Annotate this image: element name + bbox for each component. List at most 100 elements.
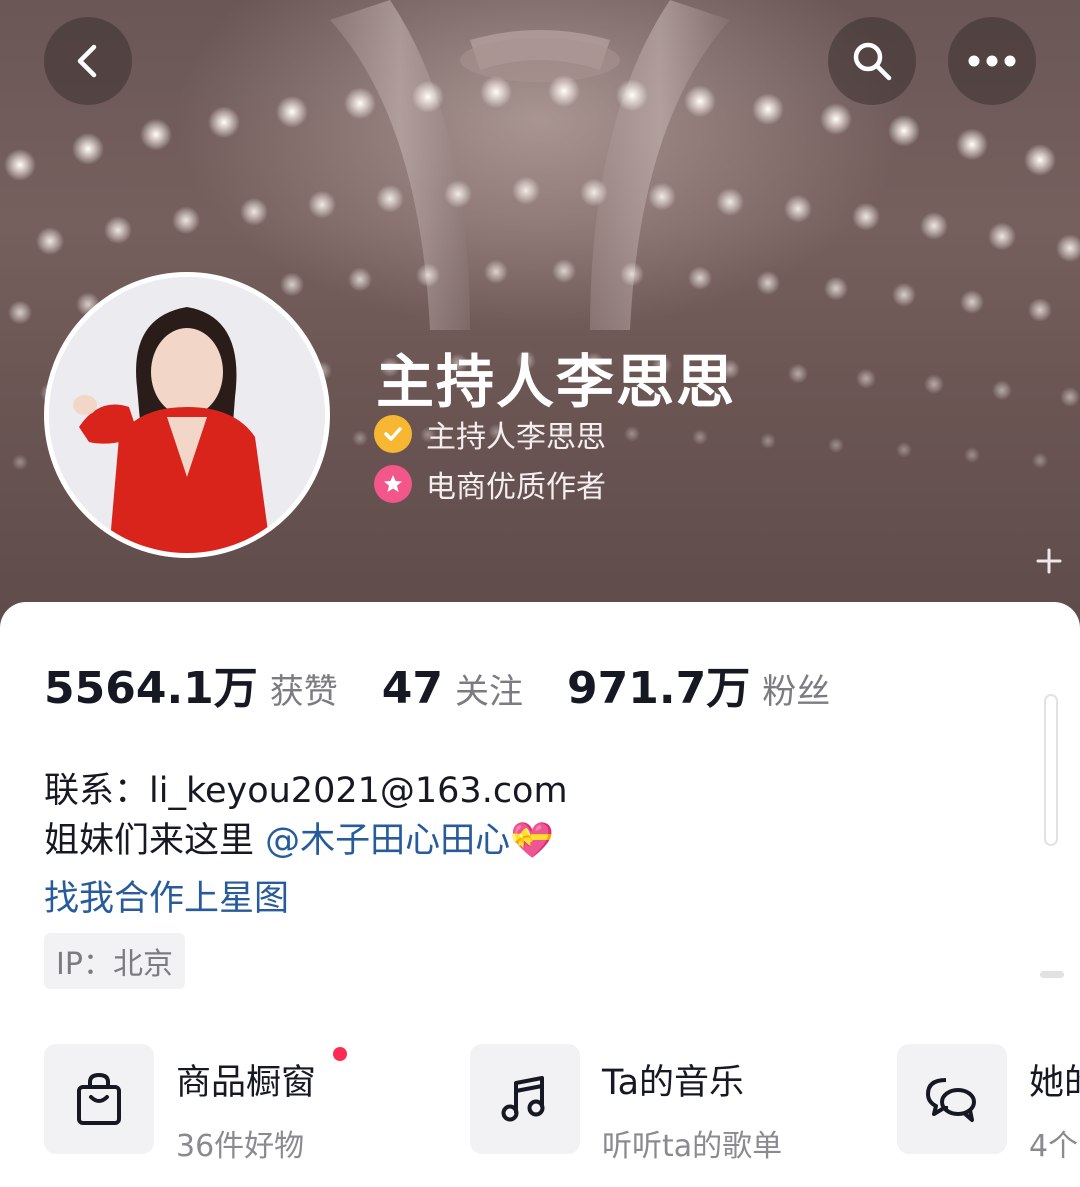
stage-light	[688, 266, 712, 291]
stage-light	[896, 441, 912, 458]
bio-scrollbar[interactable]	[1044, 694, 1058, 846]
stage-light	[684, 85, 716, 118]
entry-title: 商品橱窗	[176, 1063, 317, 1103]
stage-light	[412, 80, 444, 113]
stage-light	[648, 182, 676, 211]
stage-light	[1056, 234, 1080, 263]
stage-light	[12, 454, 28, 471]
stage-light	[716, 187, 744, 216]
likes-label: 获赞	[269, 672, 338, 712]
stage-light	[620, 262, 644, 287]
collapse-handle[interactable]	[1040, 971, 1064, 978]
following-label[interactable]: 关注	[455, 664, 523, 713]
stage-light	[140, 118, 172, 151]
verified-check-icon	[374, 415, 412, 453]
stage-light	[820, 102, 852, 135]
stage-light	[308, 190, 336, 219]
stage-light	[580, 178, 608, 207]
stage-light	[1060, 386, 1080, 407]
stage-light	[444, 179, 472, 208]
shopping-bag-icon-box	[44, 1044, 154, 1154]
search-button[interactable]	[828, 17, 916, 105]
music-entry[interactable]: Ta的音乐 听听ta的歌单	[470, 1044, 782, 1165]
ip-location-tag: IP：北京	[44, 933, 185, 989]
group-chat-entry[interactable]: 她的 4个	[897, 1044, 1080, 1165]
stage-light	[756, 270, 780, 295]
more-button[interactable]	[948, 17, 1036, 105]
stage-light	[348, 267, 372, 292]
stage-light	[888, 114, 920, 147]
stage-light	[760, 432, 776, 449]
bio-line-2: 姐妹们来这里 @木子田心田心💝	[44, 812, 554, 863]
stage-light	[352, 430, 368, 447]
stage-light	[752, 93, 784, 126]
stage-light	[956, 128, 988, 161]
stage-light	[1028, 297, 1052, 322]
stage-light	[480, 76, 512, 109]
stage-light	[8, 300, 32, 325]
entry-subtitle: 听听ta的歌单	[602, 1129, 783, 1164]
mention-link[interactable]: @木子田心田心	[265, 821, 510, 861]
stage-light	[624, 425, 640, 442]
stage-light	[920, 211, 948, 240]
stage-light	[240, 197, 268, 226]
stage-light	[828, 437, 844, 454]
stage-light	[892, 282, 916, 307]
star-badge-icon	[374, 465, 412, 503]
entry-subtitle: 4个	[1029, 1129, 1079, 1164]
avatar[interactable]	[44, 272, 330, 558]
stage-light	[208, 106, 240, 139]
shop-window-entry[interactable]: 商品橱窗 36件好物	[44, 1044, 316, 1165]
chat-icon-box	[897, 1044, 1007, 1154]
stage-light	[692, 429, 708, 446]
stage-light	[376, 184, 404, 213]
entry-title: Ta的音乐	[602, 1063, 745, 1103]
notification-dot	[333, 1047, 347, 1061]
creator-tag-row[interactable]: 电商优质作者	[374, 462, 606, 506]
followers-label[interactable]: 粉丝	[762, 664, 830, 713]
stage-light	[552, 258, 576, 283]
entry-title: 她的	[1029, 1063, 1080, 1103]
followers-count[interactable]: 971.7万	[567, 652, 750, 716]
stage-light	[172, 206, 200, 235]
stage-light	[852, 202, 880, 231]
plus-icon	[1036, 548, 1062, 574]
verified-badge-row: 主持人李思思	[374, 412, 606, 456]
stage-light	[960, 290, 984, 314]
stage-light	[988, 222, 1016, 251]
verified-label: 主持人李思思	[426, 420, 606, 455]
stage-light	[992, 380, 1012, 401]
stage-light	[824, 276, 848, 301]
chat-bubbles-icon	[926, 1078, 976, 1122]
heart-gift-emoji: 💝	[510, 821, 554, 861]
display-name: 主持人李思思	[376, 348, 737, 416]
stage-light	[72, 132, 104, 165]
more-dots-icon	[968, 55, 1016, 67]
stage-light	[276, 95, 308, 128]
stage-light	[788, 363, 808, 384]
avatar-portrait	[49, 277, 325, 553]
search-icon	[853, 42, 892, 81]
stage-light	[344, 87, 376, 120]
stage-light	[548, 75, 580, 108]
stats-row: 5564.1万 获赞 47 关注 971.7万 粉丝	[44, 652, 874, 716]
music-icon-box	[470, 1044, 580, 1154]
star-map-link[interactable]: 找我合作上星图	[44, 870, 289, 921]
stage-light	[1024, 143, 1056, 176]
creator-tag-label: 电商优质作者	[426, 470, 606, 505]
stage-light	[964, 446, 980, 463]
stage-light	[512, 176, 540, 205]
following-count[interactable]: 47	[382, 663, 443, 714]
music-note-icon	[501, 1076, 545, 1122]
stage-light	[280, 272, 304, 297]
bio-contact: 联系：li_keyou2021@163.com	[44, 771, 568, 811]
chevron-left-icon	[77, 44, 97, 78]
back-button[interactable]	[44, 17, 132, 105]
stage-light	[484, 259, 508, 284]
stage-light	[4, 148, 36, 181]
profile-banner: 主持人李思思 主持人李思思 电商优质作者	[0, 0, 1080, 640]
entry-subtitle: 36件好物	[176, 1129, 305, 1164]
stage-light	[784, 194, 812, 223]
stage-light	[36, 227, 64, 256]
add-button[interactable]	[1036, 548, 1062, 578]
